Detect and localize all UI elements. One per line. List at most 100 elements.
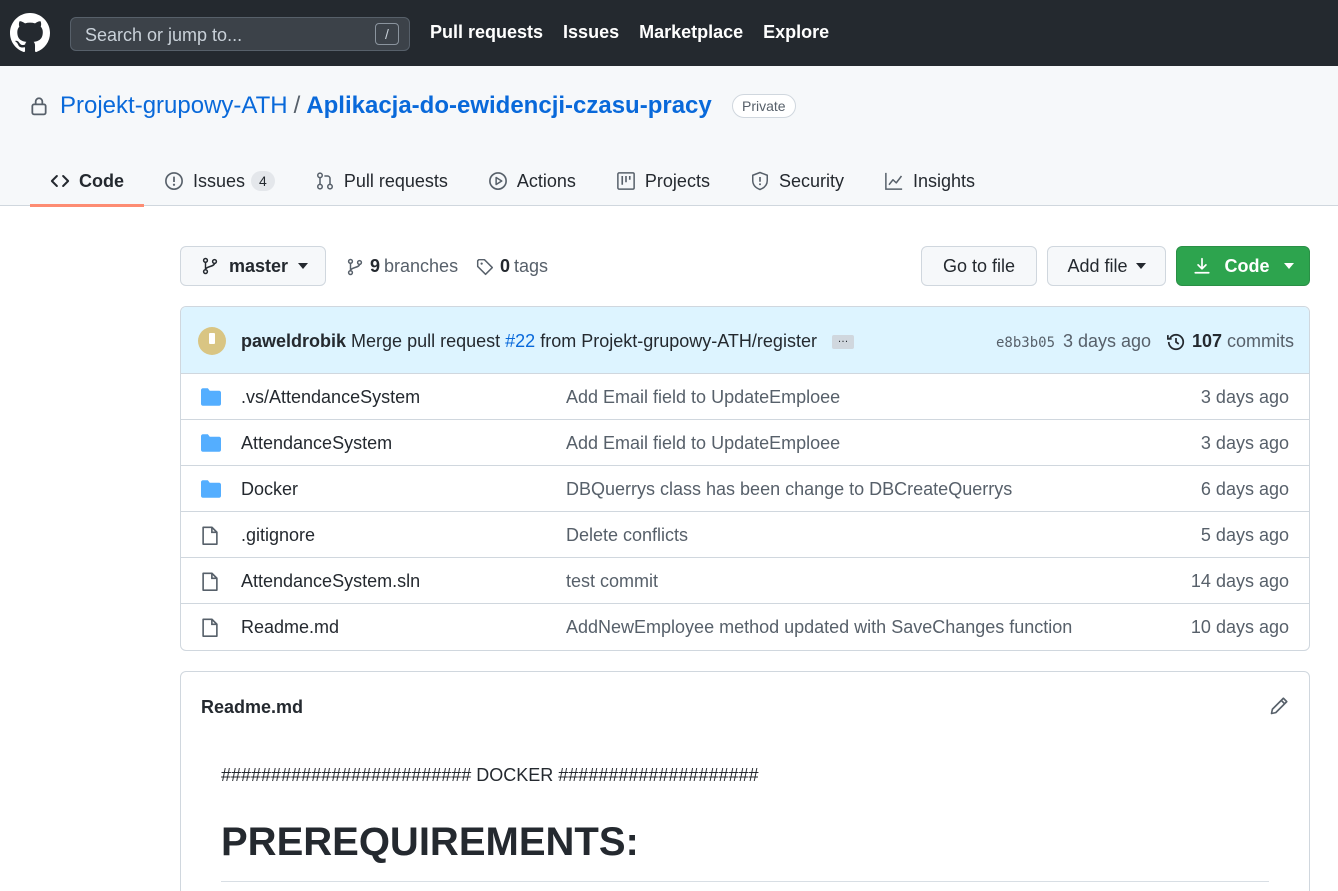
file-icon [202, 618, 218, 637]
nav-explore[interactable]: Explore [763, 22, 829, 43]
nav-pull-requests[interactable]: Pull requests [430, 22, 543, 43]
search-input[interactable]: Search or jump to... / [70, 17, 410, 51]
tab-actions[interactable]: Actions [468, 156, 596, 206]
nav-issues[interactable]: Issues [563, 22, 619, 43]
code-icon [50, 175, 70, 187]
shield-icon [751, 171, 768, 191]
branches-label: branches [384, 256, 459, 276]
commits-label: commits [1227, 331, 1295, 351]
tab-insights[interactable]: Insights [864, 156, 995, 206]
github-logo-icon[interactable] [10, 13, 50, 53]
branch-icon [202, 257, 218, 275]
file-icon [202, 572, 218, 591]
file-name[interactable]: .gitignore [241, 525, 315, 546]
current-branch-name: master [229, 255, 289, 276]
file-age: 3 days ago [1200, 387, 1289, 407]
global-header: Search or jump to... / Pull requests Iss… [0, 0, 1338, 66]
commit-pr-link[interactable]: #22 [505, 331, 535, 351]
commit-author[interactable]: paweldrobik [241, 331, 346, 351]
search-shortcut-key: / [375, 23, 399, 45]
file-row[interactable]: Docker DBQuerrys class has been change t… [181, 466, 1309, 512]
file-row[interactable]: Readme.md AddNewEmployee method updated … [181, 604, 1309, 650]
branch-icon [347, 258, 363, 275]
file-commit-message[interactable]: DBQuerrys class has been change to DBCre… [566, 479, 1012, 500]
tab-security-label: Security [778, 170, 844, 191]
tab-projects[interactable]: Projects [596, 156, 730, 206]
tab-pull-requests[interactable]: Pull requests [295, 156, 468, 206]
tab-issues[interactable]: Issues 4 [144, 156, 295, 206]
issues-counter: 4 [251, 171, 275, 191]
repo-header: Projekt-grupowy-ATH / Aplikacja-do-ewidenc… [0, 66, 1338, 207]
file-name[interactable]: AttendanceSystem.sln [241, 571, 420, 592]
file-name[interactable]: Docker [241, 479, 298, 500]
file-list: paweldrobik Merge pull request #22 from … [180, 306, 1310, 651]
commit-sha[interactable]: e8b3b05 [996, 335, 1055, 351]
commit-message-suffix[interactable]: from Projekt-grupowy-ATH/register [540, 331, 817, 351]
tag-icon [476, 258, 494, 275]
repo-title-separator: / [293, 92, 301, 119]
readme-divider [221, 881, 1269, 882]
nav-marketplace[interactable]: Marketplace [639, 22, 743, 43]
tab-insights-label: Insights [912, 170, 976, 191]
file-age: 10 days ago [1190, 617, 1289, 637]
repo-owner-link[interactable]: Projekt-grupowy-ATH [60, 92, 288, 119]
expand-commit-button[interactable]: … [831, 334, 854, 350]
chevron-down-icon [1283, 263, 1294, 269]
lock-icon [31, 97, 47, 116]
tags-link[interactable]: 0 tags [476, 256, 548, 277]
tags-label: tags [514, 256, 549, 276]
download-icon [1193, 257, 1210, 274]
readme-docker-line: ######################### DOCKER #######… [221, 765, 759, 785]
branches-count: 9 [370, 256, 381, 276]
commit-age: 3 days ago [1063, 331, 1152, 351]
file-commit-message[interactable]: Delete conflicts [566, 525, 688, 546]
code-button-label: Code [1224, 255, 1270, 276]
tab-pull-requests-label: Pull requests [343, 170, 448, 191]
folder-icon [201, 480, 221, 498]
add-file-label: Add file [1067, 255, 1128, 276]
project-icon [617, 172, 635, 190]
file-row[interactable]: .gitignore Delete conflicts 5 days ago [181, 512, 1309, 558]
file-commit-message[interactable]: test commit [566, 571, 658, 592]
tab-security[interactable]: Security [730, 156, 864, 206]
latest-commit-bar: paweldrobik Merge pull request #22 from … [181, 307, 1309, 374]
file-name[interactable]: Readme.md [241, 617, 339, 638]
repo-title: Projekt-grupowy-ATH / Aplikacja-do-ewidenc… [60, 92, 712, 120]
play-icon [488, 172, 507, 190]
file-commit-message[interactable]: Add Email field to UpdateEmploee [566, 387, 840, 408]
chevron-down-icon [1135, 263, 1146, 269]
tab-actions-label: Actions [516, 170, 576, 191]
tab-issues-label: Issues [193, 170, 246, 191]
code-download-button[interactable]: Code [1176, 246, 1310, 286]
avatar[interactable] [198, 327, 226, 355]
file-age: 14 days ago [1190, 571, 1289, 591]
file-row[interactable]: AttendanceSystem Add Email field to Upda… [181, 420, 1309, 466]
file-commit-message[interactable]: Add Email field to UpdateEmploee [566, 433, 840, 454]
repo-name-link[interactable]: Aplikacja-do-ewidencji-czasu-pracy [306, 92, 711, 119]
file-name[interactable]: AttendanceSystem [241, 433, 392, 454]
folder-icon [201, 434, 221, 452]
tab-code[interactable]: Code [30, 156, 144, 207]
history-icon [1167, 333, 1185, 350]
tags-count: 0 [500, 256, 511, 276]
pencil-icon[interactable] [1269, 696, 1289, 716]
chevron-down-icon [298, 263, 309, 269]
tab-code-label: Code [79, 170, 124, 191]
file-icon [202, 526, 218, 545]
pull-request-icon [316, 172, 333, 190]
file-row[interactable]: .vs/AttendanceSystem Add Email field to … [181, 374, 1309, 420]
file-name[interactable]: .vs/AttendanceSystem [241, 387, 420, 408]
commits-history-link[interactable]: 107 commits [1166, 331, 1294, 352]
branches-link[interactable]: 9 branches [346, 256, 458, 277]
issue-icon [165, 172, 183, 190]
readme-heading: PREREQUIREMENTS: [221, 820, 639, 864]
file-row[interactable]: AttendanceSystem.sln test commit 14 days… [181, 558, 1309, 604]
file-commit-message[interactable]: AddNewEmployee method updated with SaveC… [566, 617, 1072, 638]
branch-selector[interactable]: master [180, 246, 326, 286]
visibility-badge: Private [732, 94, 796, 118]
go-to-file-button[interactable]: Go to file [921, 246, 1037, 286]
readme-title[interactable]: Readme.md [201, 697, 303, 718]
add-file-button[interactable]: Add file [1047, 246, 1166, 286]
folder-icon [201, 388, 221, 406]
commit-message-prefix[interactable]: Merge pull request [351, 331, 500, 351]
